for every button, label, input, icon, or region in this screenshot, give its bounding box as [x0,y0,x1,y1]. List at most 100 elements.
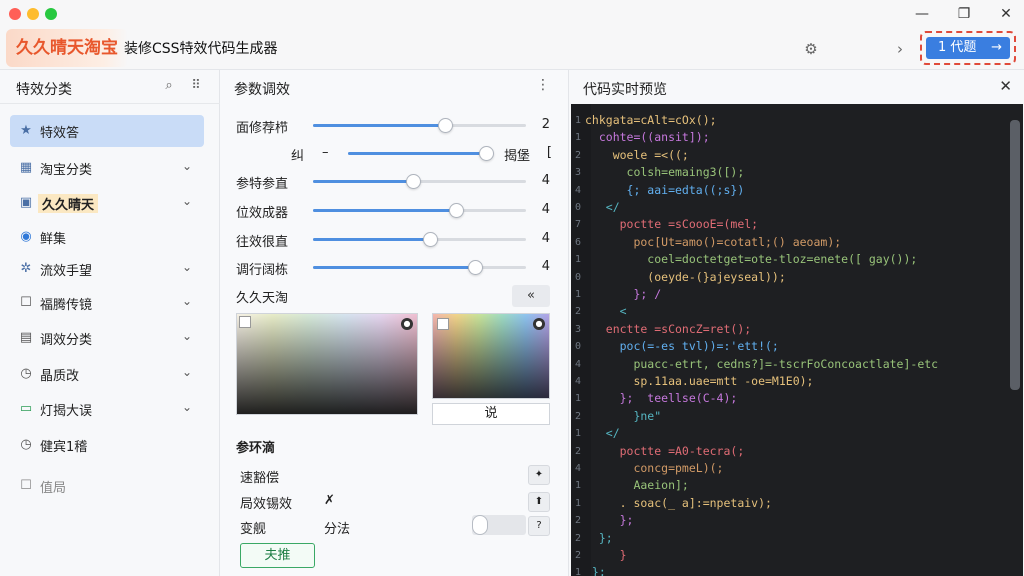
chevron-down-icon: ⌄ [181,194,192,208]
sidebar: 特效分类 ⌕ ⠿ ★ 特效答 ▦ 淘宝分类 ⌄ ▣ 久久晴天 ⌄ ◉ 鲜集 ✲ … [0,70,220,576]
close-icon[interactable]: ✕ [996,4,1016,24]
collapse-button[interactable]: « [512,285,550,307]
option-button[interactable]: ⬆ [528,492,550,512]
sidebar-item-label: 福腾传镜 [40,298,93,313]
eyedropper-icon[interactable]: ● [533,318,545,330]
restore-icon[interactable]: ❐ [954,4,974,24]
slider-knob[interactable] [478,146,494,161]
option-toggle[interactable] [472,515,526,535]
chevron-down-icon: ⌄ [181,329,192,343]
code-line: (oeyde-(}ajeyseal)); [585,269,786,284]
sidebar-item-futeng[interactable]: ☐ 福腾传镜 ⌄ [10,287,204,319]
settings-icon[interactable]: ⚙ [800,38,822,60]
slider-fill [313,180,414,183]
apply-button[interactable]: 说 [432,403,550,425]
slider-track[interactable] [313,203,526,218]
code-button-highlight: 1 代题 → [920,31,1016,65]
code-line: }; [585,565,606,576]
sidebar-item-xianji[interactable]: ◉ 鲜集 [10,221,204,253]
pin-icon[interactable]: ✗ [324,493,335,508]
code-line: poctte =A0-tecra(; [585,443,745,458]
grip-icon[interactable]: ⠿ [187,77,205,95]
slider-knob[interactable] [448,203,464,218]
code-line: }; teellse(C-4); [585,391,738,406]
eyedropper-icon[interactable]: ● [401,318,413,330]
code-button[interactable]: 1 代题 → [926,37,1010,59]
chevron-down-icon: ⌄ [181,400,192,414]
sidebar-item-tiaoxiao[interactable]: ▤ 调效分类 ⌄ [10,322,204,354]
slider-track[interactable] [313,260,526,275]
minimize-dot[interactable] [27,8,39,20]
option-button[interactable]: ✦ [528,465,550,485]
line-number: 1 [575,393,582,405]
palette-checkbox[interactable] [437,318,449,330]
code-line: puacc-etrt, cedns?]=-tscrFoConcoactlate]… [585,356,939,371]
slider-row: 面修荐栉 2 [236,115,566,136]
chevron-right-icon[interactable]: › [889,38,911,60]
sidebar-item-jianbin[interactable]: ◷ 健宾1稽 [10,429,204,461]
more-icon[interactable]: ⋮ [536,77,550,93]
help-button[interactable]: ? [528,516,550,536]
slider-knob[interactable] [438,118,454,133]
zoom-dot[interactable] [45,8,57,20]
confirm-button[interactable]: 夫推 [240,543,315,568]
line-number: 2 [575,306,582,318]
sidebar-item-label: 特效答 [40,126,80,141]
slider-knob[interactable] [406,174,422,189]
line-number: 1 [575,289,582,300]
params-title: 参数调效 [234,82,290,98]
close-dot[interactable] [9,8,21,20]
code-line: }; / [585,287,662,301]
slider-track[interactable] [313,174,526,189]
palette-label: 久久天淘 [236,291,289,306]
code-scrollbar[interactable] [1010,120,1020,390]
slider-knob[interactable] [423,232,439,247]
sidebar-item-jingzhi[interactable]: ◷ 晶质改 ⌄ [10,358,204,390]
option-label: 变舰 [240,522,267,537]
line-number: 0 [575,271,582,283]
sidebar-item-effects[interactable]: ★ 特效答 [10,115,204,147]
code-line: woele =<((; [585,147,689,162]
sidebar-item-taobao[interactable]: ▦ 淘宝分类 ⌄ [10,152,204,184]
code-line: . soac(_ a]:=npetaiv); [585,495,772,510]
chevron-down-icon: ⌄ [181,159,192,173]
line-number: 1 [575,480,582,492]
color-palette-small[interactable]: ● [432,313,550,399]
sidebar-item-label: 值局 [40,481,67,496]
code-editor[interactable]: 1 1 2 3 4 0 7 6 1 0 1 2 3 0 4 4 1 2 1 2 4 1 1 2 2 2 1 chkgata=cAlt… [571,104,1023,576]
sidebar-item-dengjie[interactable]: ▭ 灯揭大误 ⌄ [10,393,204,425]
window-titlebar: — ❐ ✕ [0,0,1024,28]
color-palette-large[interactable]: ● [236,313,418,415]
params-header: 参数调效 ⋮ [220,70,568,104]
line-number: 1 [575,132,582,144]
code-line: coel=doctetget=ote-tloz=enete([ gay()); [585,252,918,267]
close-icon[interactable]: ✕ [999,77,1012,95]
toggle-knob[interactable] [472,515,488,535]
tag-icon: ▣ [19,195,33,210]
slider-fill [313,124,446,127]
slider-label: 调行阔栋 [236,263,289,278]
chevron-down-icon: ⌄ [181,365,192,379]
sidebar-item-jiujiu[interactable]: ▣ 久久晴天 ⌄ [10,187,204,219]
slider-label: 位效成器 [236,206,289,221]
slider-knob[interactable] [467,260,483,275]
option-label: 局效锡效 [240,497,293,512]
slider-row: 参特参直 4 [236,171,566,192]
code-line: </ [585,200,620,214]
slider-row: 调行阔栋 4 [236,257,566,278]
sidebar-title: 特效分类 [16,82,72,98]
slider-track[interactable] [313,118,526,133]
minimize-icon[interactable]: — [912,4,932,24]
sidebar-item-zhiju[interactable]: ☐ 值局 [10,470,204,502]
code-button-label: 1 代题 [938,40,977,55]
line-number: 2 [575,445,582,457]
slider-track[interactable] [348,146,494,161]
sidebar-item-liuxiao[interactable]: ✲ 流效手望 ⌄ [10,253,204,285]
palette-checkbox[interactable] [239,316,251,328]
sidebar-item-label: 调效分类 [40,333,93,348]
location-icon: ◉ [20,229,32,244]
code-line: {; aai=edta((;s}) [585,182,745,197]
code-line: }; [585,513,634,528]
search-icon[interactable]: ⌕ [160,77,178,95]
slider-track[interactable] [313,232,526,247]
